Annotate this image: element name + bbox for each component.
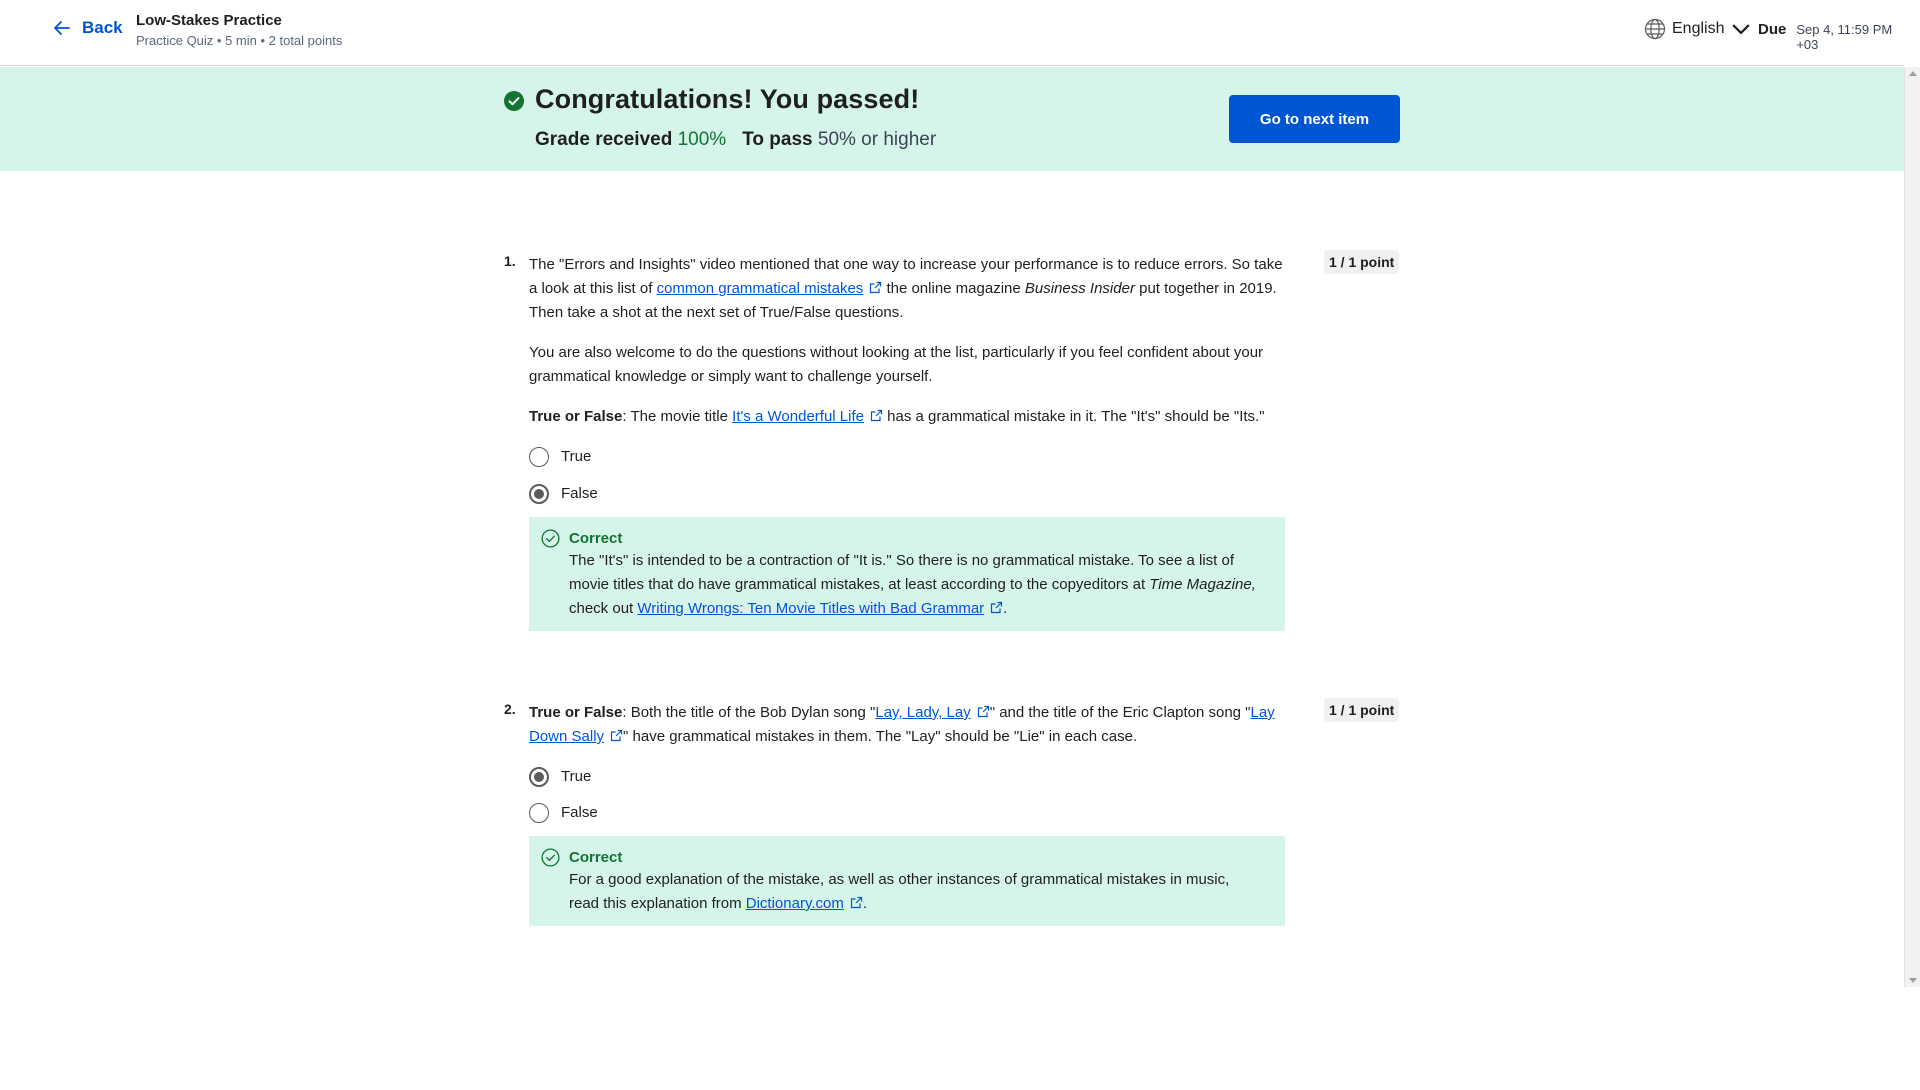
its-a-wonderful-life-link[interactable]: It's a Wonderful Life (732, 408, 864, 425)
passed-title: Congratulations! You passed! (535, 84, 920, 114)
external-link-icon (870, 409, 883, 422)
external-link-icon (870, 281, 882, 294)
item-subtitle: Practice Quiz • 5 min • 2 total points (136, 33, 343, 48)
common-grammatical-mistakes-link[interactable]: common grammatical mistakes (657, 280, 864, 297)
radio-button-selected[interactable] (529, 767, 549, 787)
lay-lady-lay-link[interactable]: Lay, Lady, Lay (875, 704, 970, 721)
answer-options: True False (529, 765, 1285, 825)
due-date: Due Sep 4, 11:59 PM +03 (1758, 21, 1904, 52)
language-label: English (1672, 20, 1725, 37)
top-header: Back Low-Stakes Practice Practice Quiz •… (0, 0, 1904, 66)
option-label: False (561, 485, 598, 502)
back-label: Back (82, 18, 123, 37)
globe-icon (1644, 18, 1666, 40)
back-button[interactable]: Back (52, 18, 123, 38)
option-true[interactable]: True (529, 765, 1285, 789)
item-title-block: Low-Stakes Practice Practice Quiz • 5 mi… (136, 11, 342, 50)
scroll-down-icon[interactable] (1909, 978, 1917, 983)
external-link-icon (610, 729, 623, 742)
question-prompt: True or False: Both the title of the Bob… (529, 704, 1275, 745)
option-label: True (561, 768, 592, 785)
option-label: True (561, 448, 592, 465)
radio-button-selected[interactable] (529, 484, 549, 504)
item-title: Low-Stakes Practice (136, 12, 282, 29)
question-points-badge: 1 / 1 point (1324, 698, 1400, 722)
to-pass-label: To pass (742, 129, 813, 150)
language-selector[interactable]: English (1644, 18, 1752, 40)
answer-options: True False (529, 445, 1285, 506)
check-circle-outline-icon (541, 848, 560, 867)
question-number: 2. (504, 701, 516, 717)
option-label: False (561, 804, 598, 821)
question-number: 1. (504, 253, 516, 269)
feedback-title: Correct (569, 530, 623, 547)
passed-banner: Congratulations! You passed! Grade recei… (0, 67, 1904, 171)
writing-wrongs-link[interactable]: Writing Wrongs: Ten Movie Titles with Ba… (637, 600, 984, 617)
grade-received-label: Grade received (535, 129, 673, 150)
check-circle-icon (504, 91, 524, 111)
grade-received-value: 100% (677, 129, 727, 150)
question-paragraph: You are also welcome to do the questions… (529, 344, 1264, 385)
option-false[interactable]: False (529, 801, 1285, 825)
feedback-correct: Correct For a good explanation of the mi… (529, 836, 1285, 926)
feedback-text: The "It's" is intended to be a contracti… (569, 552, 1256, 617)
due-value: Sep 4, 11:59 PM +03 (1796, 22, 1893, 52)
feedback-text: For a good explanation of the mistake, a… (569, 871, 1230, 912)
due-label: Due (1758, 21, 1787, 38)
external-link-icon (850, 896, 862, 909)
dictionary-com-link[interactable]: Dictionary.com (746, 895, 844, 912)
feedback-title: Correct (569, 849, 623, 866)
check-circle-outline-icon (541, 529, 560, 548)
go-to-next-item-button[interactable]: Go to next item (1229, 95, 1400, 143)
feedback-correct: Correct The "It's" is intended to be a c… (529, 517, 1285, 631)
arrow-left-icon (54, 21, 70, 35)
external-link-icon (991, 601, 1003, 614)
page-scrollbar[interactable] (1904, 67, 1920, 987)
option-false[interactable]: False (529, 482, 1285, 506)
question-paragraph: The "Errors and Insights" video mentione… (529, 256, 1283, 321)
radio-button[interactable] (529, 447, 549, 467)
option-true[interactable]: True (529, 445, 1285, 469)
question-body: True or False: Both the title of the Bob… (529, 701, 1285, 926)
question-body: The "Errors and Insights" video mentione… (529, 253, 1285, 631)
chevron-down-icon (1732, 24, 1751, 35)
external-link-icon (977, 705, 989, 718)
scroll-up-icon[interactable] (1909, 71, 1917, 76)
question-points-badge: 1 / 1 point (1324, 250, 1400, 274)
question-prompt: True or False: The movie title It's a Wo… (529, 408, 1265, 425)
radio-button[interactable] (529, 803, 549, 823)
to-pass-value: 50% or higher (817, 129, 937, 150)
grade-summary: Grade received 100% To pass 50% or highe… (535, 129, 936, 151)
